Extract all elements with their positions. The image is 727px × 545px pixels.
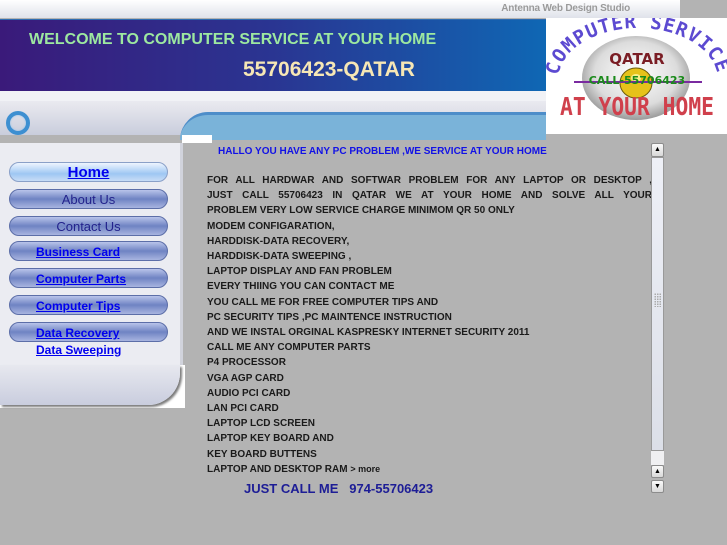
- content-body: FOR ALL HARDWAR AND SOFTWAR PROBLEM FOR …: [207, 173, 652, 477]
- body-line: AND WE INSTAL ORGINAL KASPRESKY INTERNET…: [207, 327, 530, 339]
- body-line: LAPTOP LCD SCREEN: [207, 418, 315, 430]
- logo-graphic: COMPUTER SERVICE QATAR CALL-55706423 AT …: [546, 18, 727, 121]
- more-link[interactable]: > more: [350, 464, 380, 474]
- sidebar-item-data-recovery[interactable]: Data Recovery: [9, 322, 168, 342]
- sidebar-item-data-sweeping[interactable]: Data Sweeping: [36, 343, 121, 357]
- sidebar-item-computer-parts[interactable]: Computer Parts: [9, 268, 168, 288]
- sidebar-item-home[interactable]: Home: [9, 162, 168, 182]
- sidebar: Home About Us Contact Us Business Card C…: [0, 143, 183, 365]
- content-headline: HALLO YOU HAVE ANY PC PROBLEM ,WE SERVIC…: [218, 146, 547, 157]
- body-line: HARDDISK-DATA RECOVERY,: [207, 235, 350, 247]
- sidebar-item-computer-tips[interactable]: Computer Tips: [9, 295, 168, 315]
- logo-country: QATAR: [609, 50, 665, 68]
- header-banner: WELCOME TO COMPUTER SERVICE AT YOUR HOME…: [0, 19, 546, 92]
- scroll-up-button[interactable]: ▲: [651, 143, 664, 157]
- top-strip: Antenna Web Design Studio: [0, 0, 680, 18]
- body-line: MODEM CONFIGARATION,: [207, 220, 335, 232]
- logo: COMPUTER SERVICE QATAR CALL-55706423 AT …: [546, 18, 727, 134]
- scroll-track[interactable]: [651, 451, 664, 465]
- studio-credit: Antenna Web Design Studio: [501, 3, 630, 14]
- body-line: PC SECURITY TIPS ,PC MAINTENCE INSTRUCTI…: [207, 311, 452, 323]
- top-strip-gray: [680, 0, 727, 18]
- sidebar-item-contact-us[interactable]: Contact Us: [9, 216, 168, 236]
- scroll-thumb[interactable]: [651, 157, 664, 451]
- body-line: P4 PROCESSOR: [207, 357, 286, 369]
- body-line: YOU CALL ME FOR FREE COMPUTER TIPS AND: [207, 296, 439, 308]
- body-line: CALL ME ANY COMPUTER PARTS: [207, 342, 371, 354]
- content-tab-header: [180, 112, 546, 140]
- call-me-number: 974-55706423: [349, 481, 434, 496]
- sidebar-footer: [0, 365, 185, 408]
- body-line: FOR ALL HARDWAR AND SOFTWAR PROBLEM FOR …: [207, 175, 652, 186]
- welcome-title: WELCOME TO COMPUTER SERVICE AT YOUR HOME: [29, 31, 437, 48]
- call-me-line: JUST CALL ME 974-55706423: [244, 481, 433, 496]
- body-line: PROBLEM VERY LOW SERVICE CHARGE MINIMOM …: [207, 205, 515, 217]
- body-line: LAPTOP AND DESKTOP RAM > more: [207, 463, 381, 475]
- header-phone: 55706423-QATAR: [243, 58, 415, 81]
- body-line: LAN PCI CARD: [207, 403, 279, 415]
- body-line: VGA AGP CARD: [207, 372, 284, 384]
- scroll-up-button-bottom[interactable]: ▲: [651, 465, 664, 478]
- logo-call: CALL-55706423: [589, 74, 685, 87]
- body-line: AUDIO PCI CARD: [207, 387, 291, 399]
- body-line: HARDDISK-DATA SWEEPING ,: [207, 251, 352, 263]
- sidebar-item-about-us[interactable]: About Us: [9, 189, 168, 209]
- body-line: LAPTOP KEY BOARD AND: [207, 433, 334, 445]
- logo-tagline: AT YOUR HOME: [560, 92, 714, 121]
- grip-icon: [654, 293, 662, 307]
- content-scrollbar[interactable]: ▲ ▲ ▼: [651, 143, 664, 493]
- body-line: LAPTOP DISPLAY AND FAN PROBLEM: [207, 266, 392, 278]
- sidebar-item-business-card[interactable]: Business Card: [9, 241, 168, 261]
- body-line: EVERY THIING YOU CAN CONTACT ME: [207, 281, 395, 293]
- call-me-label: JUST CALL ME: [244, 481, 339, 496]
- banner-divider: [0, 91, 546, 101]
- body-line: KEY BOARD BUTTENS: [207, 448, 317, 460]
- body-line: JUST CALL 55706423 IN QATAR WE AT YOUR H…: [207, 190, 652, 202]
- ring-icon: [6, 111, 30, 135]
- scroll-down-button[interactable]: ▼: [651, 480, 664, 493]
- main-content: HALLO YOU HAVE ANY PC PROBLEM ,WE SERVIC…: [200, 143, 666, 496]
